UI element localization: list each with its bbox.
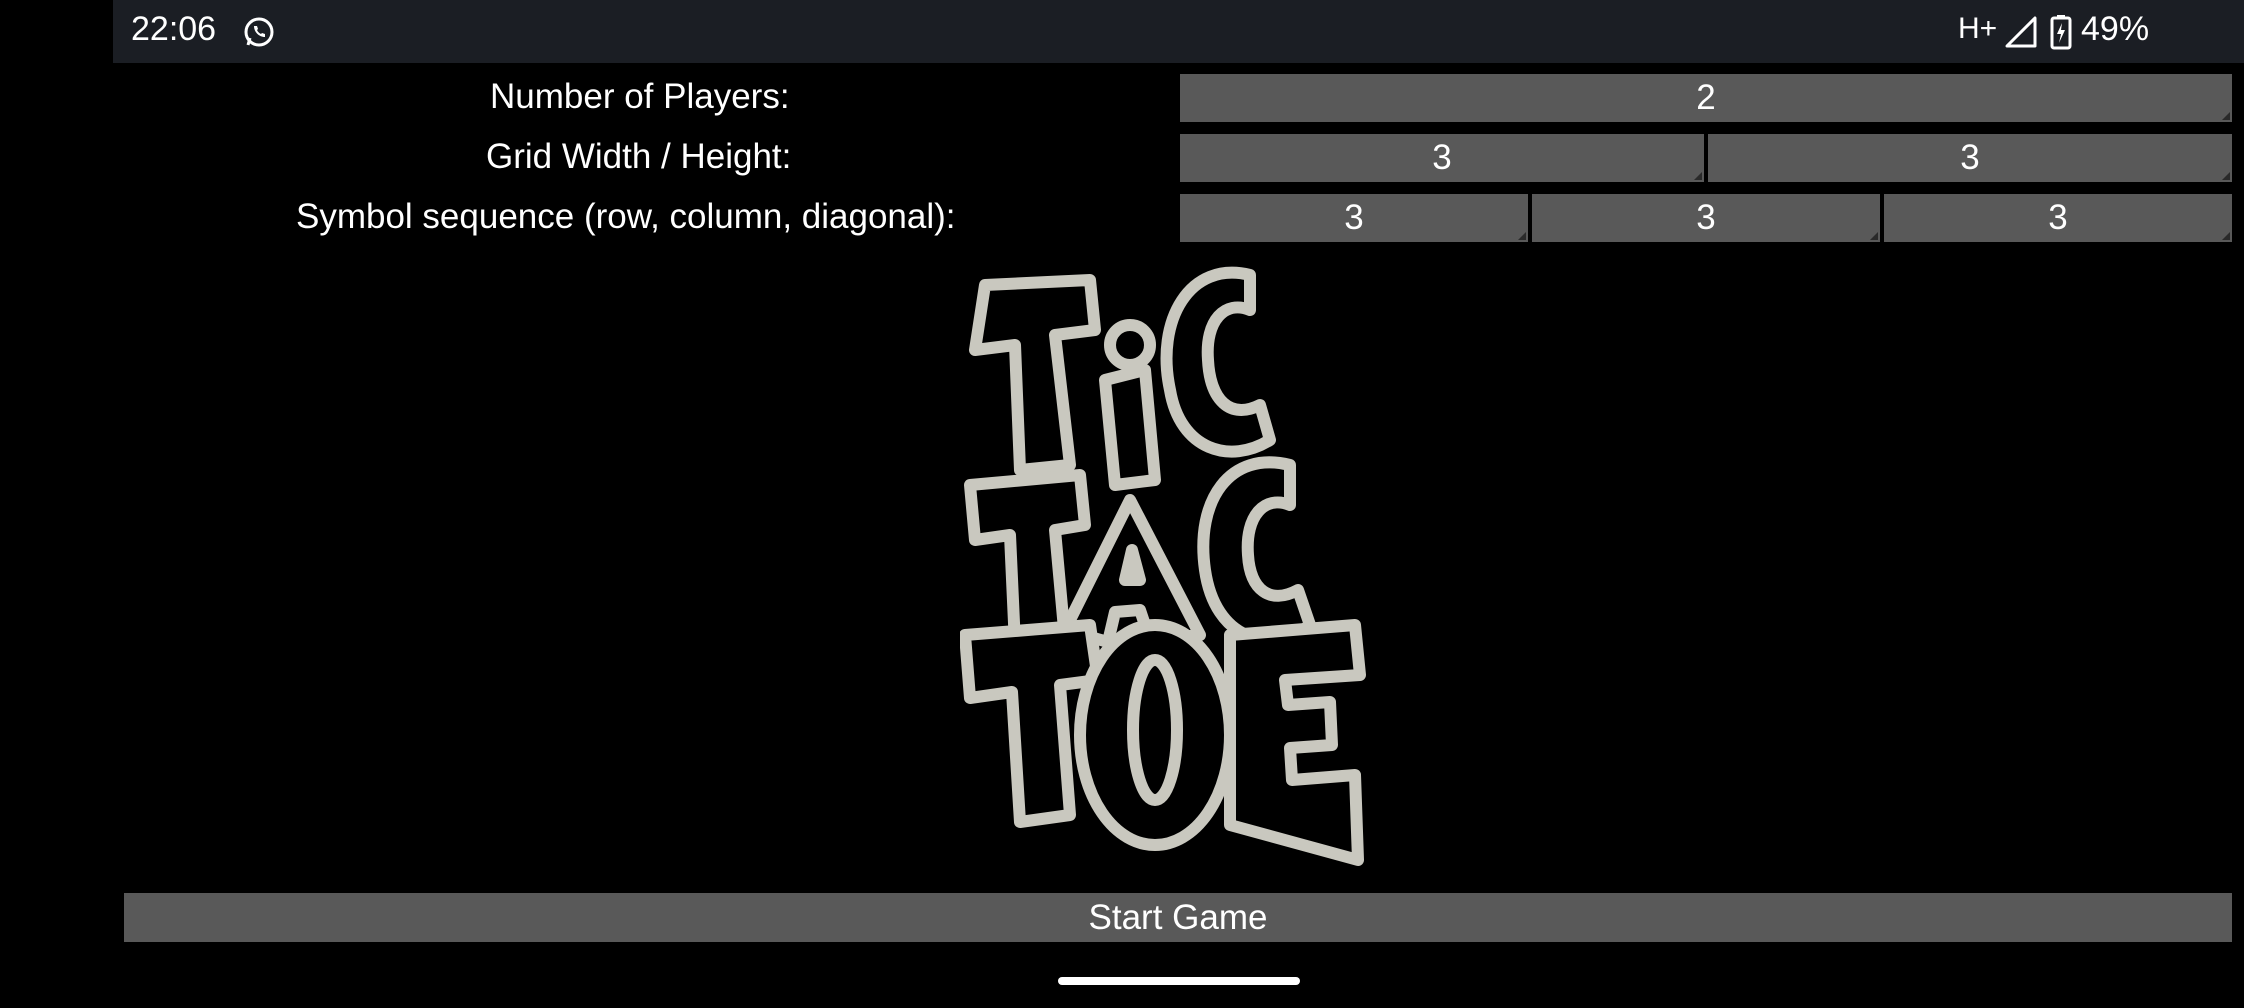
- grid-width-input[interactable]: 3: [1180, 134, 1704, 182]
- players-label: Number of Players:: [490, 77, 790, 116]
- sequence-row-input[interactable]: 3: [1180, 194, 1528, 242]
- grid-size-label: Grid Width / Height:: [486, 137, 792, 176]
- players-input[interactable]: 2: [1180, 74, 2232, 122]
- network-type: H+: [1958, 12, 1998, 45]
- navigation-handle[interactable]: [1058, 977, 1300, 985]
- symbol-sequence-label: Symbol sequence (row, column, diagonal):: [296, 197, 956, 236]
- battery-percentage: 49%: [2081, 10, 2150, 48]
- sequence-diagonal-input[interactable]: 3: [1884, 194, 2232, 242]
- sequence-column-input[interactable]: 3: [1532, 194, 1880, 242]
- status-bar: 22:06 H+ 49%: [113, 0, 2244, 63]
- battery-charging-icon: [2050, 15, 2072, 50]
- game-setup-screen: 22:06 H+ 49% Number of Players: 2 Grid W…: [0, 0, 2244, 1008]
- status-time: 22:06: [131, 10, 217, 48]
- tic-tac-toe-logo: [960, 266, 1366, 866]
- grid-height-input[interactable]: 3: [1708, 134, 2232, 182]
- start-game-button[interactable]: Start Game: [124, 893, 2232, 942]
- whatsapp-icon: [244, 17, 274, 47]
- signal-icon: [2005, 16, 2037, 48]
